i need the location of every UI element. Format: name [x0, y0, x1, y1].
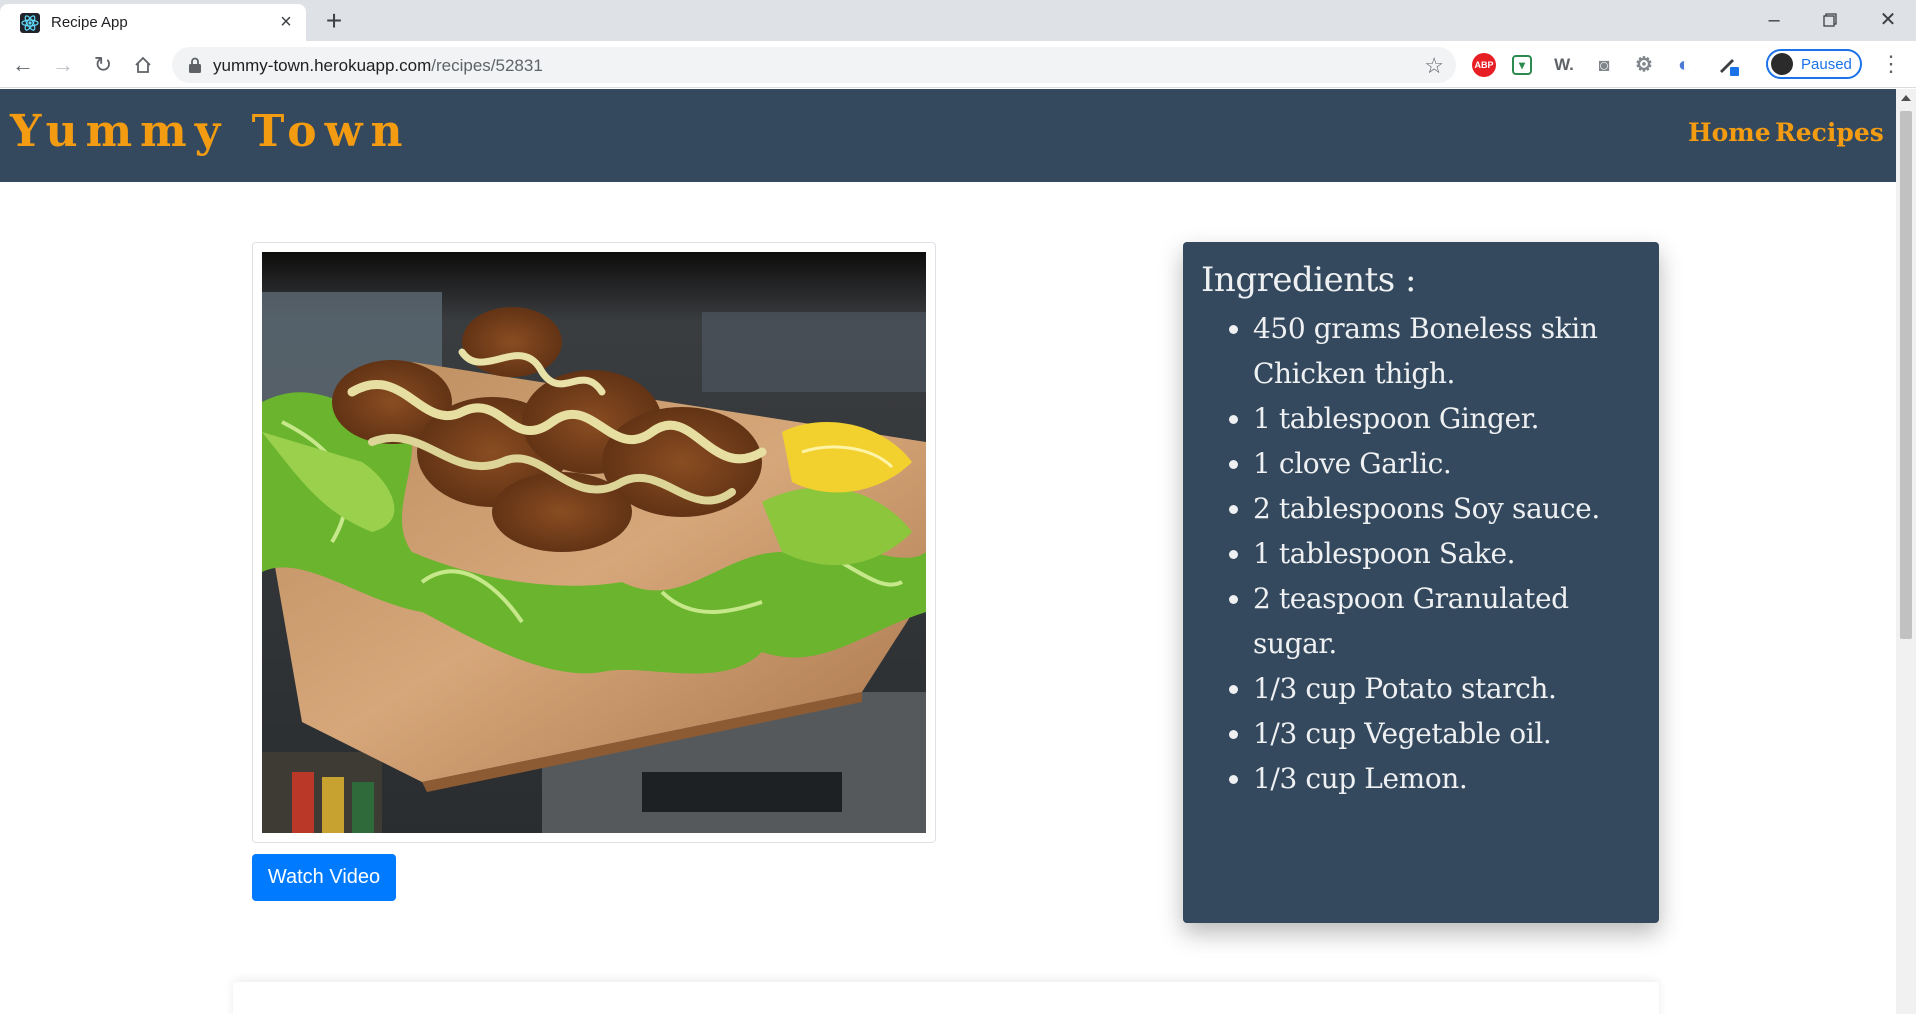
instructions-card [233, 982, 1659, 1014]
back-icon[interactable]: ← [9, 51, 37, 79]
menu-icon[interactable]: ⋮ [1880, 53, 1902, 75]
url-text: yummy-town.herokuapp.com/recipes/52831 [213, 56, 543, 75]
reload-icon[interactable]: ↻ [89, 51, 117, 79]
swirl-icon[interactable]: ◐ [1672, 53, 1696, 77]
address-bar[interactable]: yummy-town.herokuapp.com/recipes/52831 ☆ [172, 47, 1456, 83]
avatar [1771, 53, 1793, 75]
ingredient-item: 1 tablespoon Ginger. [1253, 396, 1641, 441]
lock-icon [189, 57, 201, 73]
camera-icon[interactable]: ◙ [1592, 53, 1616, 77]
home-icon[interactable] [129, 51, 157, 79]
restore-icon[interactable] [1810, 4, 1850, 36]
tab-title: Recipe App [51, 14, 128, 31]
ingredient-item: 1/3 cup Lemon. [1253, 756, 1641, 801]
abp-icon[interactable]: ABP [1472, 53, 1496, 77]
web-page: Yummy Town Home Recipes Watch Video Ingr… [0, 89, 1896, 1014]
site-header: Yummy Town Home Recipes [0, 89, 1896, 182]
gear-extension-icon[interactable]: ⚙ [1632, 53, 1656, 77]
profile-status: Paused [1801, 56, 1852, 73]
pocket-icon[interactable]: ▾ [1512, 55, 1532, 75]
ingredients-list: 450 grams Boneless skin Chicken thigh. 1… [1201, 306, 1641, 801]
ingredient-item: 1 tablespoon Sake. [1253, 531, 1641, 576]
scroll-up-icon[interactable] [1901, 95, 1911, 101]
close-tab-icon[interactable]: × [276, 12, 296, 32]
page-scrollbar[interactable] [1896, 89, 1916, 1014]
new-tab-icon[interactable]: + [320, 7, 348, 36]
minimize-icon[interactable]: – [1754, 4, 1794, 36]
w-icon[interactable]: W. [1552, 53, 1576, 77]
ingredient-item: 2 tablespoons Soy sauce. [1253, 486, 1641, 531]
react-icon [20, 13, 40, 33]
ingredients-title: Ingredients : [1201, 260, 1417, 300]
watch-video-button[interactable]: Watch Video [252, 854, 396, 901]
scrollbar-thumb[interactable] [1900, 111, 1912, 639]
ingredient-item: 1/3 cup Vegetable oil. [1253, 711, 1641, 756]
profile-button[interactable]: Paused [1766, 49, 1862, 79]
bookmark-star-icon[interactable]: ☆ [1424, 53, 1444, 79]
nav-recipes-link[interactable]: Recipes [1775, 118, 1884, 147]
recipe-image-card [252, 242, 936, 843]
site-logo[interactable]: Yummy Town [10, 106, 410, 157]
ingredient-item: 1 clove Garlic. [1253, 441, 1641, 486]
browser-tab[interactable]: Recipe App × [0, 4, 306, 41]
ingredient-item: 450 grams Boneless skin Chicken thigh. [1253, 306, 1641, 396]
forward-icon[interactable]: → [49, 51, 77, 79]
browser-toolbar: ← → ↻ yummy-town.herokuapp.com/recipes/5… [0, 41, 1916, 88]
ingredient-item: 2 teaspoon Granulated sugar. [1253, 576, 1641, 666]
pen-icon[interactable] [1716, 53, 1740, 77]
ingredient-item: 1/3 cup Potato starch. [1253, 666, 1641, 711]
nav-home-link[interactable]: Home [1688, 118, 1771, 147]
recipe-photo [262, 252, 926, 833]
tab-strip: Recipe App × + – ✕ [0, 0, 1916, 41]
close-window-icon[interactable]: ✕ [1868, 4, 1908, 36]
ingredients-card: Ingredients : 450 grams Boneless skin Ch… [1183, 242, 1659, 923]
